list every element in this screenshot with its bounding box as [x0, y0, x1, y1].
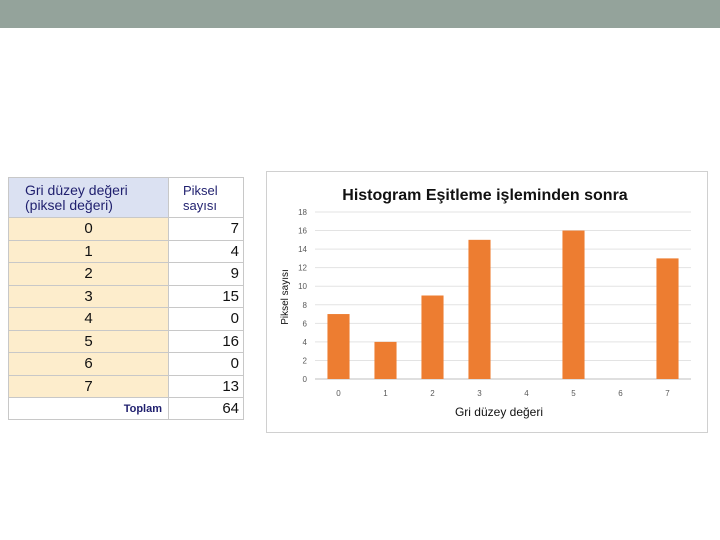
x-tick-label: 6: [618, 389, 623, 398]
y-tick-label: 0: [303, 375, 308, 384]
pixel-count-cell: 13: [168, 374, 244, 398]
pixel-count-cell: 0: [168, 352, 244, 376]
header-pixel-count-line1: Piksel: [183, 182, 218, 198]
table-row: 1 4: [8, 239, 244, 263]
table-row: 4 0: [8, 307, 244, 331]
pixel-count-cell: 4: [168, 239, 244, 263]
y-tick-label: 10: [298, 282, 307, 291]
grid-layer: [315, 211, 691, 380]
gray-value-cell: 5: [8, 329, 169, 353]
pixel-count-cell: 16: [168, 329, 244, 353]
total-value: 64: [168, 397, 244, 420]
header-pixel-count-line2: sayısı: [183, 197, 217, 213]
bar: [468, 239, 491, 379]
header-gray-level-line2: (piksel değeri): [25, 196, 113, 213]
bar: [562, 230, 585, 379]
table-row: 0 7: [8, 217, 244, 241]
gray-value-cell: 0: [8, 217, 169, 241]
x-tick-label: 3: [477, 389, 482, 398]
y-tick-label: 12: [298, 264, 307, 273]
table-row: 2 9: [8, 262, 244, 286]
table-row: 5 16: [8, 329, 244, 353]
histogram-chart: Histogram Eşitleme işleminden sonra Piks…: [266, 171, 708, 433]
y-tick-label: 18: [298, 208, 307, 217]
x-axis-label: Gri düzey değeri: [455, 405, 543, 419]
gray-value-cell: 7: [8, 374, 169, 398]
top-banner: [0, 0, 720, 28]
y-axis-label: Piksel sayısı: [280, 269, 291, 325]
pixel-count-cell: 15: [168, 284, 244, 308]
y-tick-layer: 0 2 4 6 8 10 12 14 16 18: [298, 208, 307, 384]
header-pixel-count: Piksel sayısı: [168, 177, 244, 218]
gray-value-cell: 4: [8, 307, 169, 331]
y-tick-label: 16: [298, 227, 307, 236]
gray-value-cell: 1: [8, 239, 169, 263]
table-row: 6 0: [8, 352, 244, 376]
table-row: 7 13: [8, 374, 244, 398]
y-tick-label: 2: [303, 356, 308, 365]
total-label: Toplam: [8, 397, 169, 420]
bar: [374, 341, 397, 379]
y-tick-label: 8: [303, 301, 308, 310]
bar: [421, 295, 444, 379]
x-tick-layer: 0 1 2 3 4 5 6 7: [336, 389, 670, 398]
gray-value-cell: 2: [8, 262, 169, 286]
y-tick-label: 6: [303, 319, 308, 328]
x-tick-label: 0: [336, 389, 341, 398]
table-header-row: Gri düzey değeri (piksel değeri) Piksel …: [8, 177, 244, 218]
x-tick-label: 2: [430, 389, 435, 398]
x-tick-label: 5: [571, 389, 576, 398]
pixel-count-cell: 7: [168, 217, 244, 241]
x-tick-label: 4: [524, 389, 529, 398]
gray-value-cell: 3: [8, 284, 169, 308]
bar: [327, 314, 350, 379]
histogram-svg: Histogram Eşitleme işleminden sonra Piks…: [280, 187, 691, 419]
y-tick-label: 14: [298, 245, 307, 254]
table-total-row: Toplam 64: [8, 397, 244, 420]
y-tick-label: 4: [303, 338, 308, 347]
x-tick-label: 1: [383, 389, 388, 398]
x-tick-label: 7: [665, 389, 670, 398]
header-gray-level: Gri düzey değeri (piksel değeri): [8, 177, 169, 218]
pixel-count-cell: 9: [168, 262, 244, 286]
header-gray-level-line1: Gri düzey değeri: [25, 181, 128, 198]
gray-value-cell: 6: [8, 352, 169, 376]
pixel-count-table: Gri düzey değeri (piksel değeri) Piksel …: [8, 177, 244, 420]
chart-title: Histogram Eşitleme işleminden sonra: [342, 187, 628, 204]
bar: [656, 258, 679, 379]
table-row: 3 15: [8, 284, 244, 308]
pixel-count-cell: 0: [168, 307, 244, 331]
